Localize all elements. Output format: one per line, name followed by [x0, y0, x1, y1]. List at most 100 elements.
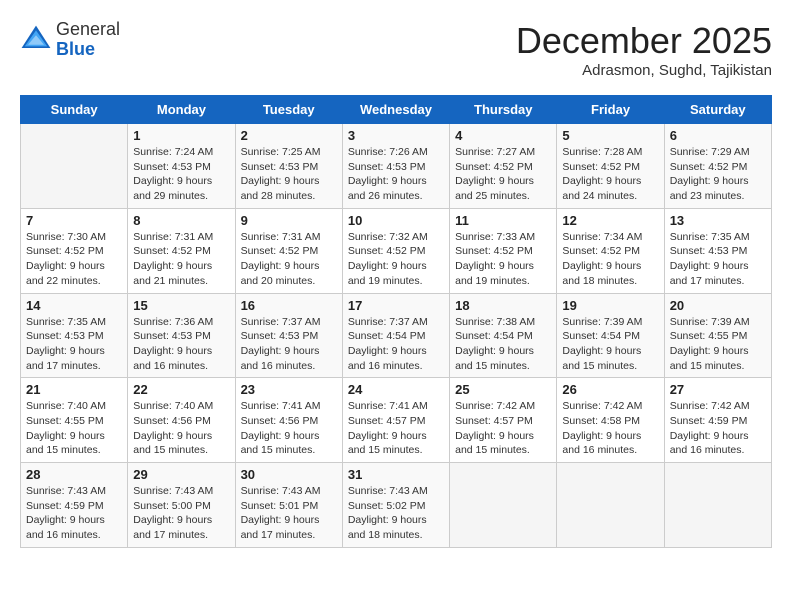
calendar-week-2: 7 Sunrise: 7:30 AMSunset: 4:52 PMDaylight… — [21, 208, 772, 293]
calendar-week-5: 28 Sunrise: 7:43 AMSunset: 4:59 PMDayligh… — [21, 463, 772, 548]
calendar-cell: 21 Sunrise: 7:40 AMSunset: 4:55 PMDayligh… — [21, 378, 128, 463]
day-info: Sunrise: 7:40 AMSunset: 4:56 PMDaylight:… — [133, 399, 229, 458]
day-info: Sunrise: 7:36 AMSunset: 4:53 PMDaylight:… — [133, 315, 229, 374]
day-info: Sunrise: 7:43 AMSunset: 5:01 PMDaylight:… — [241, 484, 337, 543]
calendar-cell: 15 Sunrise: 7:36 AMSunset: 4:53 PMDayligh… — [128, 293, 235, 378]
day-info: Sunrise: 7:26 AMSunset: 4:53 PMDaylight:… — [348, 145, 444, 204]
day-info: Sunrise: 7:37 AMSunset: 4:54 PMDaylight:… — [348, 315, 444, 374]
day-info: Sunrise: 7:35 AMSunset: 4:53 PMDaylight:… — [670, 230, 766, 289]
day-number: 17 — [348, 298, 444, 313]
location-subtitle: Adrasmon, Sughd, Tajikistan — [516, 62, 772, 79]
calendar-cell: 10 Sunrise: 7:32 AMSunset: 4:52 PMDayligh… — [342, 208, 449, 293]
day-info: Sunrise: 7:39 AMSunset: 4:55 PMDaylight:… — [670, 315, 766, 374]
day-number: 21 — [26, 382, 122, 397]
day-info: Sunrise: 7:30 AMSunset: 4:52 PMDaylight:… — [26, 230, 122, 289]
day-number: 2 — [241, 128, 337, 143]
weekday-header-friday: Friday — [557, 96, 664, 124]
calendar-week-3: 14Sunrise: 7:35 AMSunset: 4:53 PMDayligh… — [21, 293, 772, 378]
weekday-header-monday: Monday — [128, 96, 235, 124]
logo-text: General Blue — [56, 20, 120, 60]
day-info: Sunrise: 7:40 AMSunset: 4:55 PMDaylight:… — [26, 399, 122, 458]
day-info: Sunrise: 7:37 AMSunset: 4:53 PMDaylight:… — [241, 315, 337, 374]
calendar-cell — [450, 463, 557, 548]
month-title: December 2025 — [516, 20, 772, 62]
calendar-cell: 7 Sunrise: 7:30 AMSunset: 4:52 PMDaylight… — [21, 208, 128, 293]
day-number: 20 — [670, 298, 766, 313]
day-info: Sunrise: 7:35 AMSunset: 4:53 PMDaylight:… — [26, 315, 122, 374]
calendar-cell: 12Sunrise: 7:34 AMSunset: 4:52 PMDayligh… — [557, 208, 664, 293]
weekday-header-wednesday: Wednesday — [342, 96, 449, 124]
day-number: 25 — [455, 382, 551, 397]
day-info: Sunrise: 7:31 AMSunset: 4:52 PMDaylight:… — [133, 230, 229, 289]
day-number: 28 — [26, 467, 122, 482]
day-number: 7 — [26, 213, 122, 228]
title-block: December 2025 Adrasmon, Sughd, Tajikista… — [516, 20, 772, 79]
day-info: Sunrise: 7:24 AMSunset: 4:53 PMDaylight:… — [133, 145, 229, 204]
day-info: Sunrise: 7:25 AMSunset: 4:53 PMDaylight:… — [241, 145, 337, 204]
day-number: 27 — [670, 382, 766, 397]
calendar-cell — [21, 124, 128, 209]
day-number: 11 — [455, 213, 551, 228]
logo-icon — [20, 24, 52, 56]
day-info: Sunrise: 7:33 AMSunset: 4:52 PMDaylight:… — [455, 230, 551, 289]
calendar-cell: 8 Sunrise: 7:31 AMSunset: 4:52 PMDaylight… — [128, 208, 235, 293]
day-info: Sunrise: 7:42 AMSunset: 4:57 PMDaylight:… — [455, 399, 551, 458]
calendar-cell: 16 Sunrise: 7:37 AMSunset: 4:53 PMDayligh… — [235, 293, 342, 378]
weekday-header-sunday: Sunday — [21, 96, 128, 124]
day-number: 16 — [241, 298, 337, 313]
day-info: Sunrise: 7:29 AMSunset: 4:52 PMDaylight:… — [670, 145, 766, 204]
day-number: 4 — [455, 128, 551, 143]
day-number: 10 — [348, 213, 444, 228]
day-info: Sunrise: 7:43 AMSunset: 5:02 PMDaylight:… — [348, 484, 444, 543]
calendar-cell: 6 Sunrise: 7:29 AMSunset: 4:52 PMDaylight… — [664, 124, 771, 209]
calendar-cell: 13 Sunrise: 7:35 AMSunset: 4:53 PMDayligh… — [664, 208, 771, 293]
day-info: Sunrise: 7:39 AMSunset: 4:54 PMDaylight:… — [562, 315, 658, 374]
day-info: Sunrise: 7:42 AMSunset: 4:58 PMDaylight:… — [562, 399, 658, 458]
calendar-cell: 22 Sunrise: 7:40 AMSunset: 4:56 PMDayligh… — [128, 378, 235, 463]
calendar-cell: 14Sunrise: 7:35 AMSunset: 4:53 PMDayligh… — [21, 293, 128, 378]
calendar-cell: 25 Sunrise: 7:42 AMSunset: 4:57 PMDayligh… — [450, 378, 557, 463]
calendar-cell: 3Sunrise: 7:26 AMSunset: 4:53 PMDaylight… — [342, 124, 449, 209]
day-info: Sunrise: 7:32 AMSunset: 4:52 PMDaylight:… — [348, 230, 444, 289]
day-number: 6 — [670, 128, 766, 143]
weekday-header-tuesday: Tuesday — [235, 96, 342, 124]
calendar-cell: 1 Sunrise: 7:24 AMSunset: 4:53 PMDaylight… — [128, 124, 235, 209]
day-number: 31 — [348, 467, 444, 482]
day-info: Sunrise: 7:41 AMSunset: 4:56 PMDaylight:… — [241, 399, 337, 458]
calendar-cell: 17 Sunrise: 7:37 AMSunset: 4:54 PMDayligh… — [342, 293, 449, 378]
day-info: Sunrise: 7:43 AMSunset: 4:59 PMDaylight:… — [26, 484, 122, 543]
weekday-header-row: SundayMondayTuesdayWednesdayThursdayFrid… — [21, 96, 772, 124]
calendar-cell: 20 Sunrise: 7:39 AMSunset: 4:55 PMDayligh… — [664, 293, 771, 378]
day-number: 22 — [133, 382, 229, 397]
calendar-cell: 5Sunrise: 7:28 AMSunset: 4:52 PMDaylight… — [557, 124, 664, 209]
calendar-cell: 9Sunrise: 7:31 AMSunset: 4:52 PMDaylight… — [235, 208, 342, 293]
day-info: Sunrise: 7:27 AMSunset: 4:52 PMDaylight:… — [455, 145, 551, 204]
calendar-cell — [664, 463, 771, 548]
day-number: 29 — [133, 467, 229, 482]
day-number: 15 — [133, 298, 229, 313]
calendar-cell: 29Sunrise: 7:43 AMSunset: 5:00 PMDayligh… — [128, 463, 235, 548]
day-info: Sunrise: 7:41 AMSunset: 4:57 PMDaylight:… — [348, 399, 444, 458]
calendar-cell: 30Sunrise: 7:43 AMSunset: 5:01 PMDayligh… — [235, 463, 342, 548]
calendar-cell: 23 Sunrise: 7:41 AMSunset: 4:56 PMDayligh… — [235, 378, 342, 463]
day-number: 24 — [348, 382, 444, 397]
calendar-cell: 18Sunrise: 7:38 AMSunset: 4:54 PMDayligh… — [450, 293, 557, 378]
calendar-cell: 19 Sunrise: 7:39 AMSunset: 4:54 PMDayligh… — [557, 293, 664, 378]
day-number: 8 — [133, 213, 229, 228]
calendar-header: SundayMondayTuesdayWednesdayThursdayFrid… — [21, 96, 772, 124]
day-number: 23 — [241, 382, 337, 397]
day-info: Sunrise: 7:31 AMSunset: 4:52 PMDaylight:… — [241, 230, 337, 289]
calendar-table: SundayMondayTuesdayWednesdayThursdayFrid… — [20, 95, 772, 548]
weekday-header-thursday: Thursday — [450, 96, 557, 124]
calendar-cell: 24 Sunrise: 7:41 AMSunset: 4:57 PMDayligh… — [342, 378, 449, 463]
day-number: 13 — [670, 213, 766, 228]
day-info: Sunrise: 7:28 AMSunset: 4:52 PMDaylight:… — [562, 145, 658, 204]
calendar-cell: 11 Sunrise: 7:33 AMSunset: 4:52 PMDayligh… — [450, 208, 557, 293]
weekday-header-saturday: Saturday — [664, 96, 771, 124]
calendar-cell: 31 Sunrise: 7:43 AMSunset: 5:02 PMDayligh… — [342, 463, 449, 548]
day-number: 26 — [562, 382, 658, 397]
page-header: General Blue December 2025 Adrasmon, Sug… — [20, 20, 772, 79]
calendar-week-4: 21 Sunrise: 7:40 AMSunset: 4:55 PMDayligh… — [21, 378, 772, 463]
day-number: 1 — [133, 128, 229, 143]
day-number: 19 — [562, 298, 658, 313]
